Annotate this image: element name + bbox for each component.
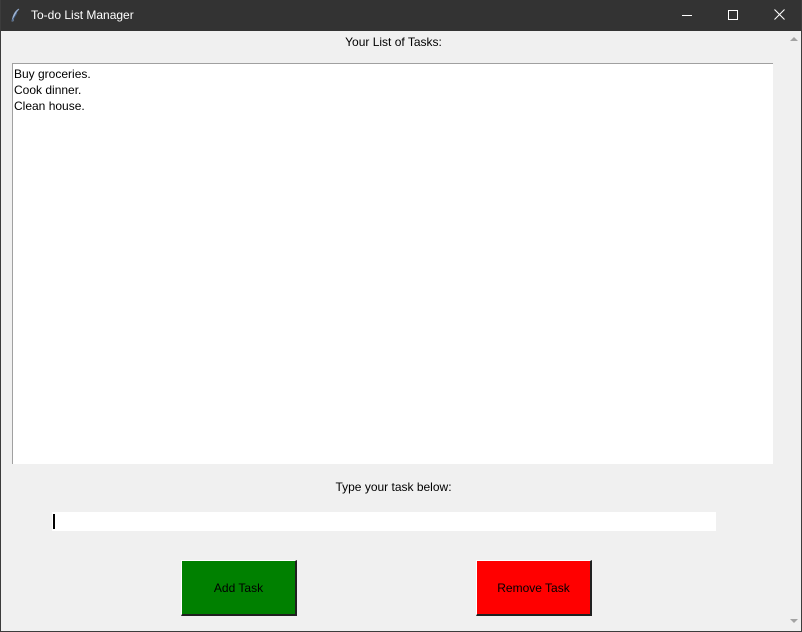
client-area: Your List of Tasks: Buy groceries. Cook …: [1, 31, 801, 631]
window-scrollbar[interactable]: [787, 31, 801, 631]
maximize-icon: [728, 9, 738, 23]
task-list-item[interactable]: Buy groceries.: [14, 66, 773, 82]
minimize-icon: [682, 9, 692, 23]
task-list-item[interactable]: Cook dinner.: [14, 82, 773, 98]
title-bar[interactable]: To-do List Manager: [1, 0, 801, 31]
maximize-button[interactable]: [710, 0, 756, 31]
app-window: To-do List Manager Your List of Tasks: B…: [0, 0, 802, 632]
scroll-down-icon[interactable]: [790, 619, 798, 623]
feather-icon: [9, 8, 23, 22]
task-list-item[interactable]: Clean house.: [14, 98, 773, 114]
remove-task-button[interactable]: Remove Task: [476, 560, 592, 616]
text-cursor: [53, 514, 55, 529]
close-icon: [773, 8, 785, 23]
task-entry-label: Type your task below:: [335, 480, 452, 494]
task-list-label: Your List of Tasks:: [345, 35, 442, 49]
task-input[interactable]: [52, 512, 716, 531]
task-listbox[interactable]: Buy groceries. Cook dinner. Clean house.: [12, 63, 773, 464]
close-button[interactable]: [756, 0, 802, 31]
window-title: To-do List Manager: [31, 8, 134, 22]
minimize-button[interactable]: [664, 0, 710, 31]
scroll-up-icon[interactable]: [790, 37, 798, 41]
add-task-button[interactable]: Add Task: [181, 560, 297, 616]
